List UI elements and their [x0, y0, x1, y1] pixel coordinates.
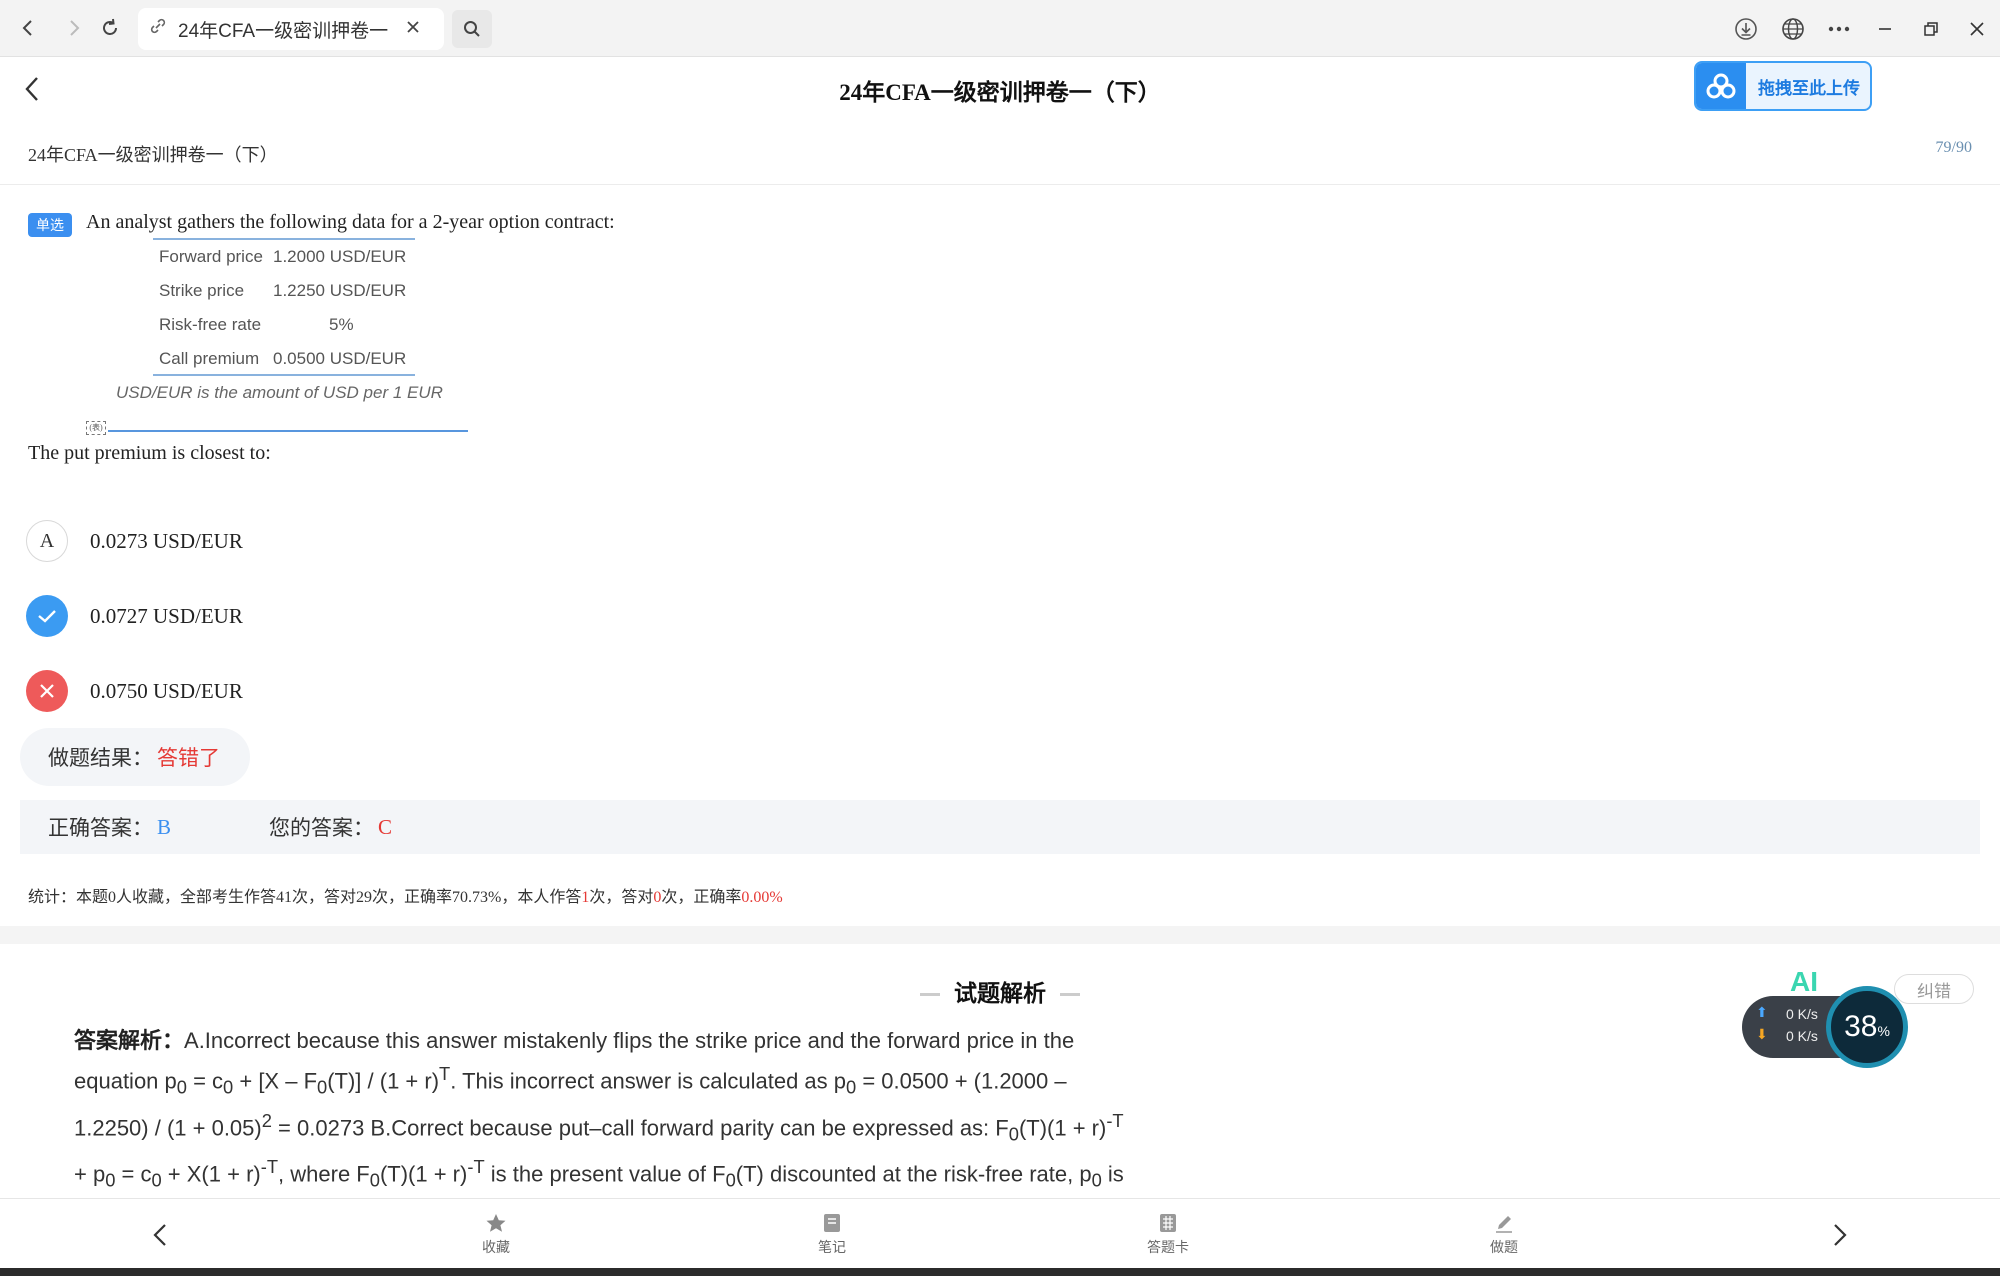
upload-button[interactable]: 拖拽至此上传 [1694, 61, 1872, 111]
cross-icon [26, 670, 68, 712]
minimize-icon[interactable] [1868, 12, 1902, 46]
bottom-nav-bar: 收藏 笔记 答题卡 做题 [0, 1198, 2000, 1268]
notes-label: 笔记 [818, 1239, 846, 1255]
tab-title: 24年CFA一级密训押卷一（上 [178, 20, 396, 42]
stats-mid1: 次，答对 [589, 889, 654, 906]
analysis-title: 试题解析 [0, 974, 2000, 1008]
table-marker: (表) [86, 421, 106, 435]
pencil-icon [1496, 1216, 1512, 1233]
question-stats: 统计：本题0人收藏，全部考生作答41次，答对29次，正确率70.73%，本人作答… [28, 883, 783, 907]
favorite-label: 收藏 [482, 1239, 510, 1255]
question-intro: An analyst gathers the following data fo… [86, 211, 615, 233]
gauge-percent: 38 [1844, 1010, 1878, 1043]
correct-answer-label: 正确答案： [48, 817, 153, 840]
answer-summary: 正确答案： B 您的答案： C [20, 800, 1980, 854]
result-value: 答错了 [157, 747, 220, 770]
option-b[interactable]: 0.0727 USD/EUR [26, 594, 243, 638]
option-a-text: 0.0273 USD/EUR [90, 528, 243, 553]
answer-card-label: 答题卡 [1147, 1239, 1189, 1255]
section-divider [0, 926, 2000, 944]
reload-icon[interactable] [92, 10, 128, 46]
report-error-button[interactable]: 纠错 [1894, 974, 1974, 1004]
table-row: Strike price 1.2250 USD/EUR [155, 274, 406, 308]
globe-icon[interactable] [1776, 12, 1810, 46]
close-icon[interactable] [406, 18, 420, 40]
next-question-icon[interactable] [1820, 1215, 1860, 1255]
memory-gauge[interactable]: 38% [1826, 986, 1908, 1068]
table-row: Call premium 0.0500 USD/EUR [155, 342, 406, 376]
app-header: 24年CFA一级密训押卷一（下） 拖拽至此上传 [0, 57, 2000, 125]
question-type-badge: 单选 [28, 213, 72, 237]
analysis-title-text: 试题解析 [954, 980, 1046, 1006]
title-dash-left [920, 993, 940, 997]
table-row: Forward price 1.2000 USD/EUR [155, 240, 406, 274]
exam-name: 24年CFA一级密训押卷一（下） [28, 145, 278, 165]
link-icon [150, 18, 166, 40]
user-answer-value: C [378, 814, 393, 839]
stats-mid2: 次，正确率 [661, 889, 742, 906]
option-a[interactable]: A 0.0273 USD/EUR [26, 519, 243, 563]
table-top-rule [153, 238, 415, 240]
download-arrow-icon: ⬇ [1756, 1026, 1768, 1042]
option-c[interactable]: 0.0750 USD/EUR [26, 669, 243, 713]
option-c-text: 0.0750 USD/EUR [90, 678, 243, 703]
question-stem: The put premium is closest to: [28, 442, 271, 464]
table-cell-value: 1.2250 USD/EUR [273, 281, 407, 300]
table-cell-value: 5% [329, 315, 354, 334]
gauge-percent-unit: % [1877, 1023, 1890, 1039]
user-answer-label: 您的答案： [269, 817, 375, 840]
upload-speed: 0 K/s [1786, 1006, 1818, 1022]
prev-question-icon[interactable] [140, 1215, 180, 1255]
title-dash-right [1060, 993, 1080, 997]
cloud-upload-icon [1696, 63, 1746, 109]
stats-prefix: 统计：本题0人收藏，全部考生作答41次，答对29次，正确率70.73%，本人作答 [28, 889, 582, 906]
notes-button[interactable]: 笔记 [792, 1213, 872, 1257]
favorite-button[interactable]: 收藏 [456, 1213, 536, 1257]
upload-label: 拖拽至此上传 [1758, 78, 1860, 98]
browser-tab[interactable]: 24年CFA一级密训押卷一（上 [138, 8, 444, 50]
forward-icon[interactable] [56, 10, 92, 46]
browser-toolbar: 24年CFA一级密训押卷一（上 [0, 0, 2000, 57]
download-icon[interactable] [1729, 12, 1763, 46]
table-cell-label: Risk-free rate [159, 315, 262, 334]
analysis-label: 答案解析： [74, 1028, 185, 1053]
option-b-text: 0.0727 USD/EUR [90, 603, 243, 628]
answer-card-icon [1160, 1214, 1176, 1232]
result-badge: 做题结果： 答错了 [20, 728, 250, 786]
upload-arrow-icon: ⬆ [1756, 1004, 1768, 1020]
table-cell-value: 0.0500 USD/EUR [273, 349, 407, 368]
table-row: Risk-free rate 5% [155, 308, 406, 342]
exam-subheader: 24年CFA一级密训押卷一（下） 79/90 [0, 125, 2000, 185]
stats-self-rate: 0.00% [741, 889, 783, 906]
note-icon [824, 1214, 840, 1232]
do-question-button[interactable]: 做题 [1464, 1213, 1544, 1257]
download-speed: 0 K/s [1786, 1028, 1818, 1044]
table-cell-label: Call premium [159, 349, 260, 368]
close-window-icon[interactable] [1960, 12, 1994, 46]
restore-icon[interactable] [1914, 12, 1948, 46]
do-question-label: 做题 [1490, 1239, 1518, 1255]
result-label: 做题结果： [48, 747, 153, 770]
question-data-table: Forward price 1.2000 USD/EUR Strike pric… [153, 238, 415, 376]
search-icon[interactable] [452, 10, 492, 48]
ai-assistant-badge[interactable]: AI [1790, 966, 1818, 998]
star-icon [486, 1214, 506, 1232]
option-a-letter: A [26, 520, 68, 562]
table-cell-label: Forward price [159, 247, 263, 266]
answer-card-button[interactable]: 答题卡 [1128, 1213, 1208, 1257]
table-cell-label: Strike price [159, 281, 245, 300]
taskbar-strip [0, 1268, 2000, 1276]
table-cell-value: 1.2000 USD/EUR [273, 247, 407, 266]
back-icon[interactable] [10, 10, 46, 46]
correct-answer-value: B [157, 814, 172, 839]
question-progress: 79/90 [1935, 139, 1972, 156]
more-icon[interactable] [1822, 12, 1856, 46]
table-bottom-rule [153, 374, 415, 376]
table-note: USD/EUR is the amount of USD per 1 EUR [116, 383, 443, 402]
checkmark-icon [26, 595, 68, 637]
table-underline [108, 430, 468, 432]
